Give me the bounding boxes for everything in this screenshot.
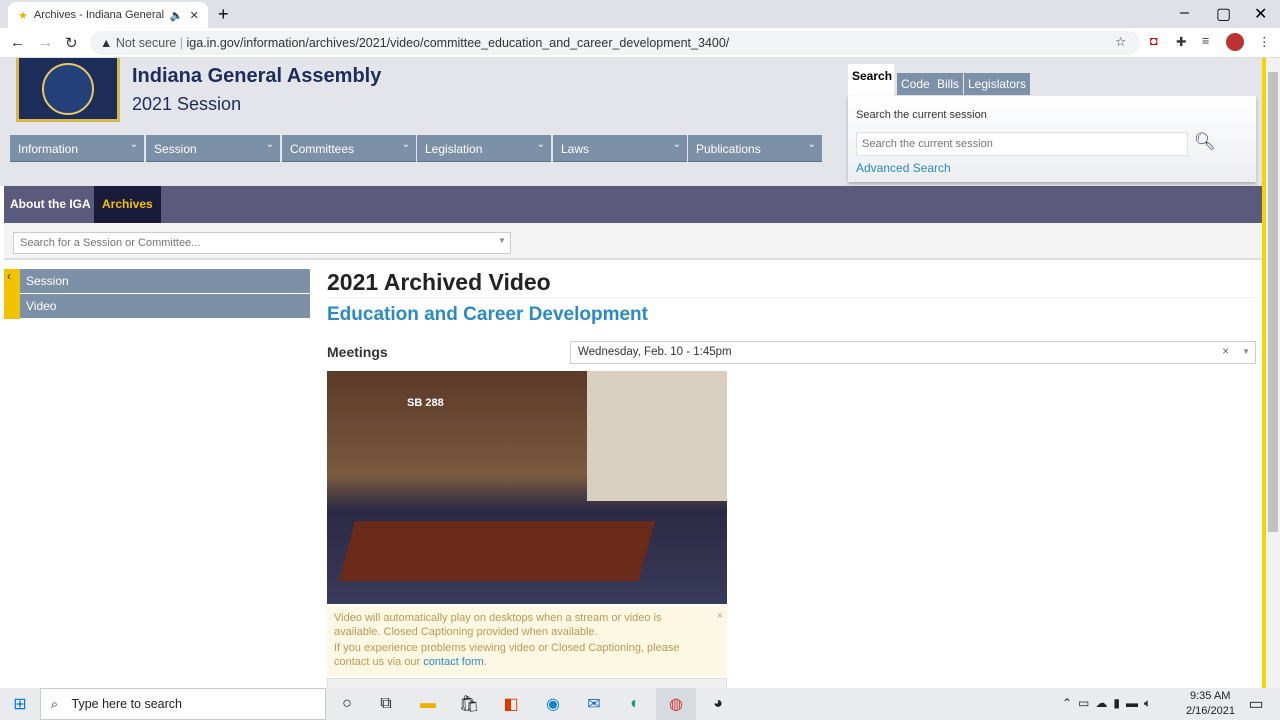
sidebar-collapse[interactable]: ‹ xyxy=(4,269,20,319)
avatar[interactable] xyxy=(1226,33,1244,51)
tab-bills[interactable]: Bills xyxy=(933,73,964,95)
url-field[interactable]: ▲ Not secure | iga.in.gov/information/ar… xyxy=(90,31,1140,55)
search-panel: Search Code Bills Legislators Search the… xyxy=(848,58,1256,182)
subnav-bar: About the IGA Archives xyxy=(4,186,1262,223)
session-committee-select[interactable] xyxy=(13,232,511,254)
cortana-icon[interactable]: ○ xyxy=(327,688,367,720)
file-explorer-icon[interactable]: ▬ xyxy=(408,688,448,720)
notice-text: If you experience problems viewing video… xyxy=(334,642,680,668)
divider xyxy=(327,297,1257,298)
new-tab-button[interactable]: + xyxy=(218,4,229,25)
favicon-icon: ★ xyxy=(18,9,28,22)
site-title[interactable]: Indiana General Assembly xyxy=(132,65,381,88)
sidebar-item-video[interactable]: Video xyxy=(20,294,310,318)
browser-tab[interactable]: ★ Archives - Indiana General A 🔈 ✕ xyxy=(8,2,208,28)
subnav-archives[interactable]: Archives xyxy=(94,186,161,223)
office-icon[interactable]: ◧ xyxy=(491,688,531,720)
reload-icon[interactable]: ↻ xyxy=(65,34,78,52)
system-tray-icons[interactable]: ⌃▭☁▮▬🔈︎ xyxy=(1062,696,1157,711)
app-icon[interactable]: ◉ xyxy=(533,688,573,720)
media-icon[interactable]: ≡ xyxy=(1202,34,1209,48)
maximize-icon[interactable]: ▢ xyxy=(1216,4,1231,24)
meeting-select[interactable]: Wednesday, Feb. 10 - 1:45pm × ▼ xyxy=(570,341,1256,364)
advanced-search-link[interactable]: Advanced Search xyxy=(856,161,951,175)
subnav-about[interactable]: About the IGA xyxy=(10,197,91,211)
puzzle-icon[interactable]: ✚ xyxy=(1176,34,1186,49)
clear-icon[interactable]: × xyxy=(1222,346,1229,358)
tab-title: Archives - Indiana General A xyxy=(33,9,164,21)
store-icon[interactable]: 🛍︎ xyxy=(449,688,489,720)
taskbar: ⊞ ⌕ Type here to search ○ ⧉ ▬ 🛍︎ ◧ ◉ ✉ ◐… xyxy=(0,688,1280,720)
forward-icon[interactable]: → xyxy=(38,34,53,51)
chrome-icon[interactable]: ◍ xyxy=(656,688,696,720)
tab-code[interactable]: Code xyxy=(897,73,934,95)
close-tab-icon[interactable]: ✕ xyxy=(190,9,199,22)
nav-committees[interactable]: Committees xyxy=(282,135,416,162)
panel-edge xyxy=(327,678,727,688)
web-page: Indiana General Assembly 2021 Session In… xyxy=(0,58,1266,688)
chevron-down-icon[interactable]: ▼ xyxy=(498,236,506,245)
tab-strip: ★ Archives - Indiana General A 🔈 ✕ + – ▢… xyxy=(0,0,1280,28)
video-table xyxy=(338,521,656,581)
iga-seal-logo[interactable] xyxy=(16,58,120,122)
search-icon: ⌕ xyxy=(51,697,59,711)
minimize-icon[interactable]: – xyxy=(1180,4,1189,22)
scrollbar[interactable] xyxy=(1266,58,1280,688)
clock-date[interactable]: 2/16/2021 xyxy=(1186,705,1235,717)
taskbar-search-text: Type here to search xyxy=(71,697,182,711)
video-wall xyxy=(587,371,727,501)
tab-search[interactable]: Search xyxy=(848,64,894,96)
search-box: Search the current session 🔍︎ Advanced S… xyxy=(848,96,1256,182)
taskbar-search[interactable]: ⌕ Type here to search xyxy=(40,688,326,720)
video-player[interactable]: SB 288 xyxy=(327,371,727,604)
page-title: 2021 Archived Video xyxy=(327,269,551,295)
notice-text-1: Video will automatically play on desktop… xyxy=(334,612,662,638)
video-notice: × Video will automatically play on deskt… xyxy=(327,606,727,676)
extension-icon[interactable]: ◘ xyxy=(1150,34,1158,48)
site-header: Indiana General Assembly 2021 Session In… xyxy=(0,58,1266,186)
clock-time[interactable]: 9:35 AM xyxy=(1190,690,1230,702)
contact-form-link[interactable]: contact form xyxy=(423,656,484,668)
edge-icon[interactable]: ◐ xyxy=(615,688,655,720)
notice-end: . xyxy=(483,655,487,668)
not-secure-label: Not secure xyxy=(115,36,177,50)
windows-start-icon[interactable]: ⊞ xyxy=(0,688,40,720)
nav-legislation[interactable]: Legislation xyxy=(417,135,551,162)
obs-icon[interactable]: ◕ xyxy=(698,688,738,720)
search-icon[interactable]: 🔍︎ xyxy=(1194,132,1216,152)
nav-session[interactable]: Session xyxy=(146,135,280,162)
video-caption: SB 288 xyxy=(407,397,444,409)
committee-title: Education and Career Development xyxy=(327,304,648,325)
scrollbar-thumb[interactable] xyxy=(1268,72,1278,532)
warning-icon: ▲ xyxy=(100,36,113,50)
meetings-label: Meetings xyxy=(327,344,388,360)
bookmark-star-icon[interactable]: ☆ xyxy=(1115,34,1126,49)
nav-information[interactable]: Information xyxy=(10,135,144,162)
mail-icon[interactable]: ✉ xyxy=(574,688,614,720)
menu-icon[interactable]: ⋮ xyxy=(1258,34,1271,49)
search-label: Search the current session xyxy=(856,109,987,121)
notifications-icon[interactable]: ▭ xyxy=(1236,688,1276,720)
close-window-icon[interactable]: ✕ xyxy=(1254,4,1267,24)
session-search-input[interactable] xyxy=(856,132,1188,156)
speaker-icon[interactable]: 🔈 xyxy=(170,9,184,22)
address-bar: ← → ↻ ▲ Not secure | iga.in.gov/informat… xyxy=(0,28,1280,58)
tab-legislators[interactable]: Legislators xyxy=(964,73,1031,95)
sidebar-item-session[interactable]: Session xyxy=(20,269,310,293)
nav-laws[interactable]: Laws xyxy=(553,135,687,162)
chevron-down-icon[interactable]: ▼ xyxy=(1242,347,1250,356)
session-label: 2021 Session xyxy=(132,94,242,114)
url-text: iga.in.gov/information/archives/2021/vid… xyxy=(186,36,730,50)
task-view-icon[interactable]: ⧉ xyxy=(366,688,406,720)
notice-text-2: If you experience problems viewing video… xyxy=(334,642,703,669)
close-notice-icon[interactable]: × xyxy=(717,610,723,624)
back-icon[interactable]: ← xyxy=(10,34,25,51)
nav-publications[interactable]: Publications xyxy=(688,135,822,162)
session-search-bar: ▼ xyxy=(4,223,1262,260)
meeting-selected-value: Wednesday, Feb. 10 - 1:45pm xyxy=(578,346,732,358)
yellow-edge xyxy=(1262,58,1266,688)
